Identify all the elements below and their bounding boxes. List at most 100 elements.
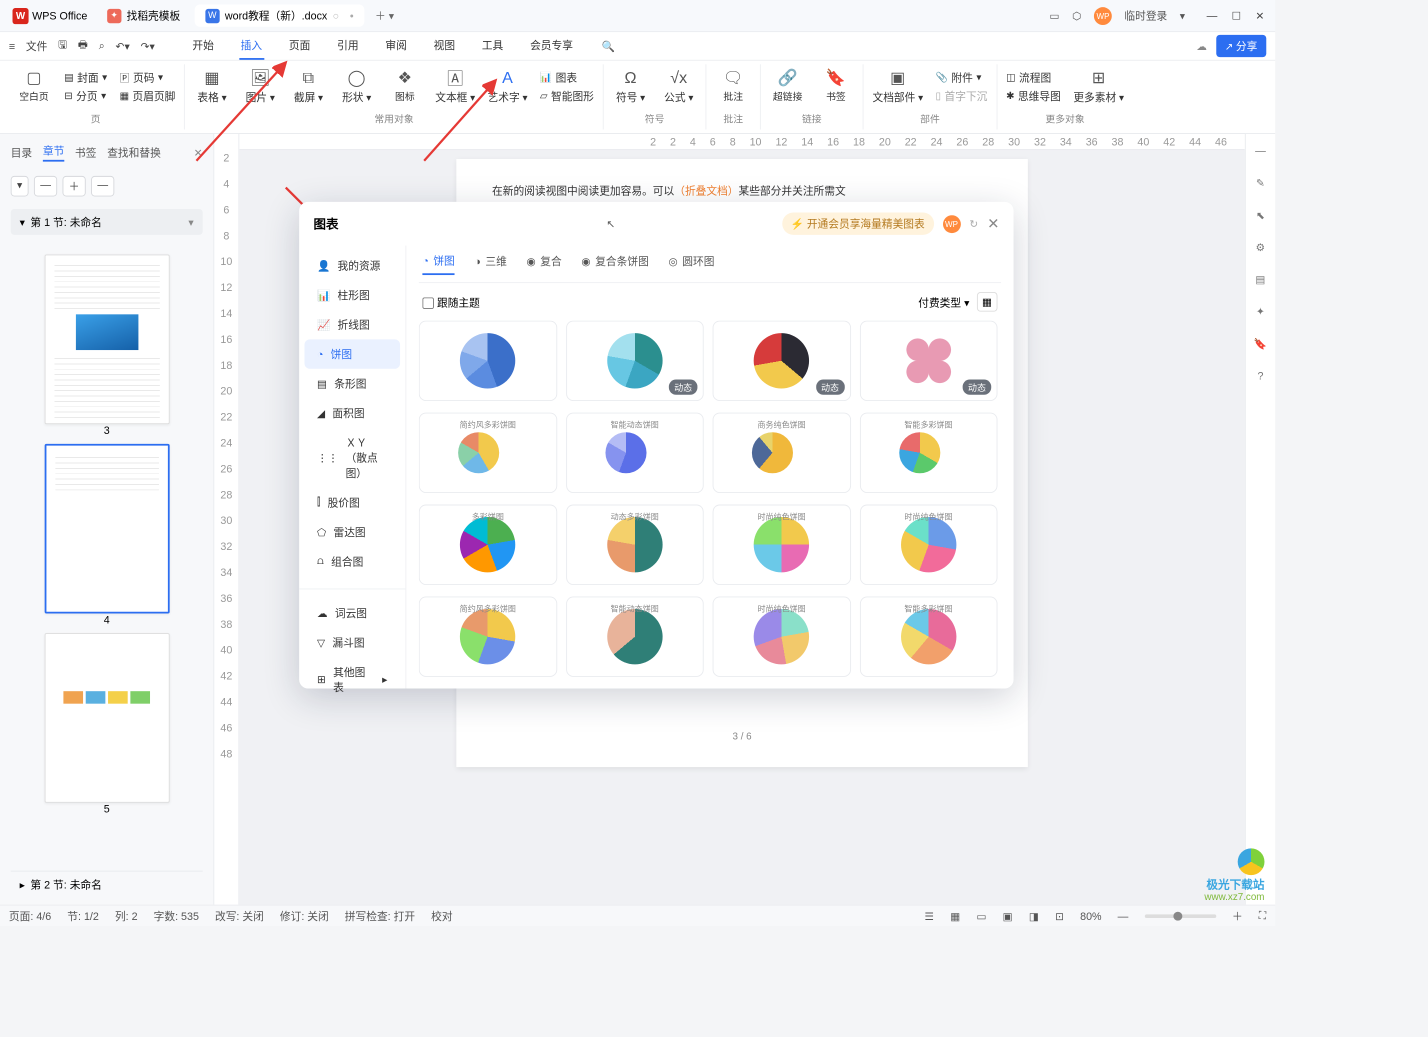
print-icon[interactable]: 🖶 (78, 37, 88, 56)
docparts-button[interactable]: ▣文档部件 ▾ (873, 68, 924, 106)
cover-button[interactable]: ▤ 封面 ▾ (64, 68, 107, 87)
rail-settings-icon[interactable]: ⚙ (1256, 241, 1266, 254)
tab-tools[interactable]: 工具 (480, 32, 505, 60)
rail-help-icon[interactable]: ? (1257, 370, 1263, 383)
chart-template-card[interactable]: 动态 (566, 321, 704, 401)
bookmark-button[interactable]: 🔖书签 (818, 68, 854, 104)
share-button[interactable]: ↗ 分享 (1216, 35, 1266, 57)
refresh-icon[interactable]: ↻ (969, 217, 978, 230)
grid-view-icon[interactable]: ▦ (977, 292, 998, 312)
status-page[interactable]: 页面: 4/6 (9, 908, 51, 923)
pagenum-button[interactable]: 🄿 页码 ▾ (120, 68, 176, 87)
subtype-composite[interactable]: ◉ 复合 (526, 253, 561, 275)
page-thumb-3[interactable]: 3 (44, 255, 169, 437)
chart-template-card[interactable]: 多彩饼图 (419, 505, 557, 585)
tab-review[interactable]: 审阅 (384, 32, 409, 60)
tab-vip[interactable]: 会员专享 (528, 32, 574, 60)
tab-document[interactable]: W word教程（新）.docx ○ • (195, 4, 365, 26)
chart-template-card[interactable]: 时尚纯色饼图 (713, 597, 851, 677)
tab-start[interactable]: 开始 (191, 32, 216, 60)
subtype-donut[interactable]: ◎ 圆环图 (668, 253, 714, 275)
chart-template-card[interactable]: 动态多彩饼图 (566, 505, 704, 585)
nav-minus-button[interactable]: — (34, 176, 57, 197)
flowchart-button[interactable]: ◫ 流程图 (1006, 68, 1061, 87)
attachment-button[interactable]: 📎 附件 ▾ (936, 68, 988, 87)
price-filter[interactable]: 付费类型 ▾ (918, 294, 969, 309)
cat-combo[interactable]: ⩍ 组合图 (305, 547, 401, 576)
chart-template-card[interactable]: 动态 (860, 321, 998, 401)
subtype-pie[interactable]: ◔ 饼图 (422, 253, 454, 275)
navtab-toc[interactable]: 目录 (11, 145, 32, 160)
cube-icon[interactable]: ⬡ (1072, 9, 1081, 22)
nav-remove-button[interactable]: — (91, 176, 114, 197)
window-close-button[interactable]: ✕ (1256, 9, 1265, 22)
headerfooter-button[interactable]: ▦ 页眉页脚 (120, 87, 176, 106)
window-maximize-button[interactable]: ☐ (1232, 9, 1242, 22)
cat-area[interactable]: ◢ 面积图 (305, 398, 401, 427)
pagebreak-button[interactable]: ⊟ 分页 ▾ (64, 87, 107, 106)
zoom-in-button[interactable]: ＋ (1232, 908, 1243, 923)
file-menu[interactable]: 文件 (26, 38, 47, 53)
zoom-out-button[interactable]: — (1118, 910, 1129, 923)
avatar[interactable]: WP (1094, 7, 1112, 25)
view-mode-icon[interactable]: ◨ (1029, 910, 1039, 923)
undo-icon[interactable]: ↶▾ (115, 40, 129, 53)
page-thumb-4[interactable]: 4 (44, 444, 169, 626)
status-rewrite[interactable]: 改写: 关闭 (215, 908, 264, 923)
view-mode-icon[interactable]: ▣ (1003, 910, 1013, 923)
status-proof[interactable]: 校对 (431, 908, 452, 923)
status-revision[interactable]: 修订: 关闭 (280, 908, 329, 923)
chart-template-card[interactable]: 时尚纯色饼图 (713, 505, 851, 585)
cat-radar[interactable]: ⬠ 雷达图 (305, 517, 401, 546)
chart-template-card[interactable]: 商务纯色饼图 (713, 413, 851, 493)
cloud-icon[interactable]: ☁ (1196, 40, 1207, 53)
rail-wand-icon[interactable]: ✦ (1256, 305, 1265, 318)
chart-template-card[interactable]: 智能多彩饼图 (860, 597, 998, 677)
save-icon[interactable]: 🖫 (58, 37, 67, 56)
nav-expand-button[interactable]: ▾ (11, 176, 29, 197)
chart-template-card[interactable]: 简约风多彩饼图 (419, 413, 557, 493)
view-mode-icon[interactable]: ▦ (950, 910, 960, 923)
chart-template-card[interactable] (419, 321, 557, 401)
rail-bookmark-icon[interactable]: 🔖 (1254, 338, 1267, 351)
search-icon[interactable]: 🔍 (602, 40, 615, 53)
view-mode-icon[interactable]: ▭ (976, 910, 986, 923)
rail-pen-icon[interactable]: ✎ (1256, 177, 1265, 190)
menu-icon[interactable]: ≡ (9, 40, 15, 53)
rail-layers-icon[interactable]: ▤ (1255, 273, 1265, 286)
chart-template-card[interactable]: 智能多彩饼图 (860, 413, 998, 493)
tab-insert[interactable]: 插入 (239, 32, 264, 60)
shape-button[interactable]: ◯形状 ▾ (339, 68, 375, 106)
mindmap-button[interactable]: ✱ 思维导图 (1006, 87, 1061, 106)
symbol-button[interactable]: Ω符号 ▾ (613, 68, 649, 105)
more-assets-button[interactable]: ⊞更多素材 ▾ (1073, 68, 1124, 106)
subtype-3d[interactable]: ◑ 三维 (474, 253, 506, 275)
chart-template-card[interactable]: 时尚纯色饼图 (860, 505, 998, 585)
navtab-findreplace[interactable]: 查找和替换 (107, 145, 161, 160)
preview-icon[interactable]: ⌕ (99, 39, 105, 52)
navtab-sections[interactable]: 章节 (43, 143, 64, 162)
screenshot-button[interactable]: ⧉截屏 ▾ (291, 68, 327, 106)
subtype-barofpie[interactable]: ◉ 复合条饼图 (581, 253, 648, 275)
wordart-button[interactable]: A艺术字 ▾ (488, 68, 528, 106)
chart-template-card[interactable]: 智能动态饼图 (566, 597, 704, 677)
cat-line[interactable]: 📈 折线图 (305, 310, 401, 339)
section-1-header[interactable]: ▾ 第 1 节: 未命名▾ (11, 209, 203, 235)
tab-template[interactable]: ✦ 找稻壳模板 (96, 4, 191, 26)
redo-icon[interactable]: ↷▾ (141, 40, 155, 53)
formula-button[interactable]: √x公式 ▾ (661, 68, 697, 105)
annotate-button[interactable]: 🗨批注 (715, 68, 751, 104)
tab-view[interactable]: 视图 (432, 32, 457, 60)
login-text[interactable]: 临时登录 (1124, 8, 1167, 23)
cat-bar[interactable]: 📊 柱形图 (305, 280, 401, 309)
tab-reference[interactable]: 引用 (335, 32, 360, 60)
image-button[interactable]: 🖼图片 ▾ (242, 68, 278, 106)
tab-page[interactable]: 页面 (287, 32, 312, 60)
chart-template-card[interactable]: 简约风多彩饼图 (419, 597, 557, 677)
cat-funnel[interactable]: ▽ 漏斗图 (305, 628, 401, 657)
chart-template-card[interactable]: 动态 (713, 321, 851, 401)
icon-button[interactable]: ❖图标 (387, 68, 423, 106)
fullscreen-icon[interactable]: ⛶ (1259, 909, 1267, 922)
zoom-level[interactable]: 80% (1080, 910, 1101, 923)
follow-theme-checkbox[interactable]: 跟随主题 (422, 294, 479, 309)
